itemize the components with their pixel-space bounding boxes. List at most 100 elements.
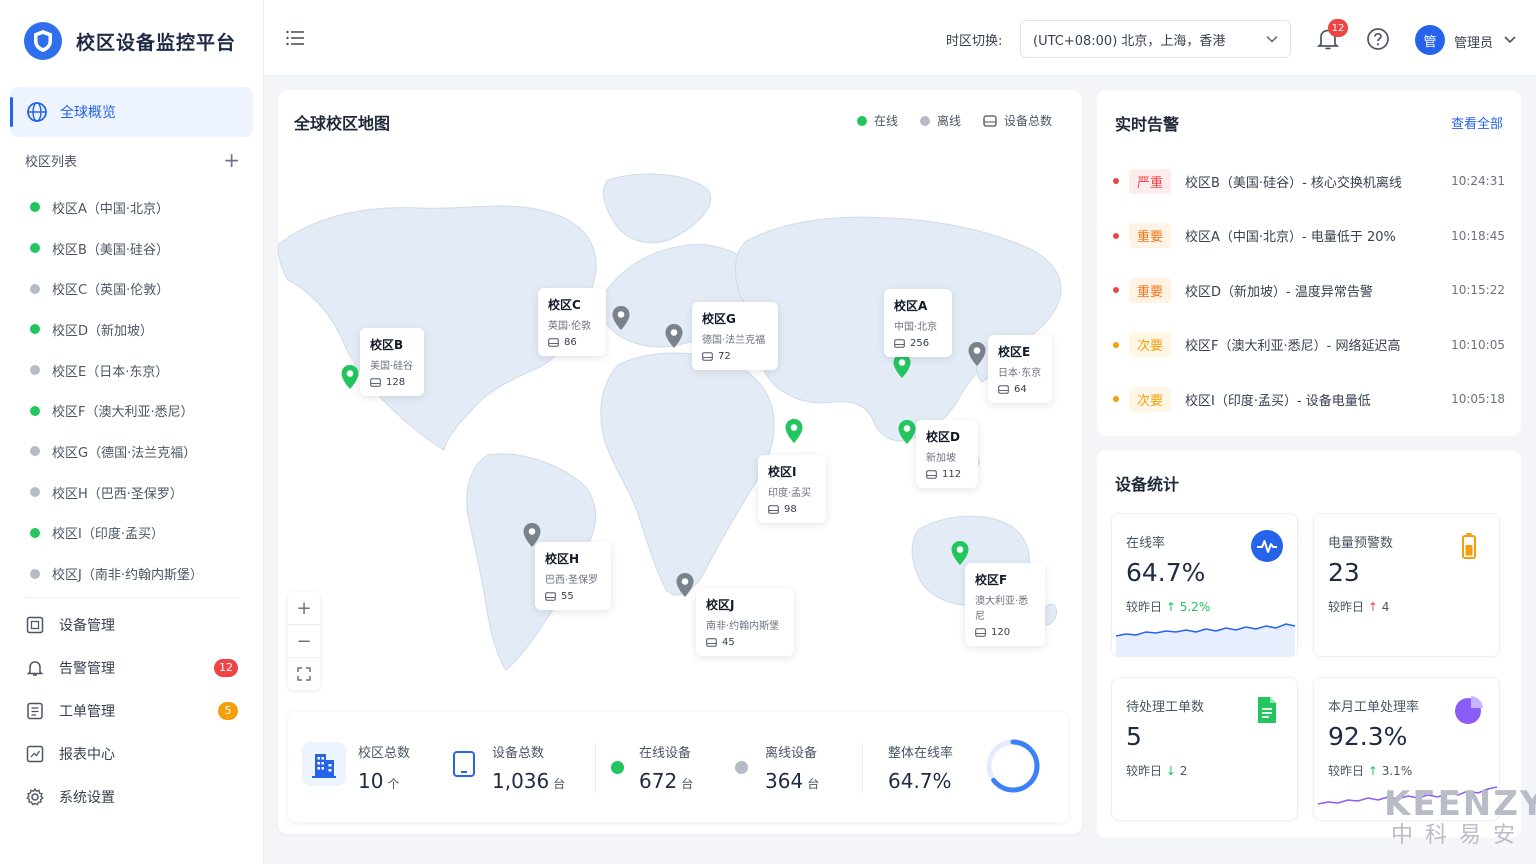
campus-card-c[interactable]: 校区C 英国·伦敦 86 <box>538 288 606 356</box>
help-icon[interactable] <box>1366 27 1390 51</box>
timezone-select[interactable]: (UTC+08:00) 北京，上海，香港 <box>1020 20 1291 58</box>
device-count-icon <box>370 378 381 387</box>
severity-tag: 重要 <box>1129 277 1172 303</box>
alarm-text: 校区D（新加坡）- 温度异常告警 <box>1185 284 1373 300</box>
campus-card-a[interactable]: 校区A 中国·北京 256 <box>884 289 952 357</box>
campus-card-location: 南非·约翰内斯堡 <box>706 621 780 632</box>
stat-label: 在线率 <box>1126 536 1166 551</box>
campus-card-name: 校区G <box>702 312 736 326</box>
menu-item-device[interactable]: 设备管理 <box>25 603 240 646</box>
device-count-icon <box>702 352 713 361</box>
arrow-up-icon: ↑ <box>1165 600 1176 614</box>
campus-item-f[interactable]: 校区F（澳大利亚·悉尼） <box>30 390 203 431</box>
campus-card-count: 86 <box>548 337 596 348</box>
summary-online: 在线设备 672 台 <box>639 742 693 793</box>
campus-card-b[interactable]: 校区B 美国·硅谷 128 <box>360 328 424 396</box>
alarm-text: 校区I（印度·孟买）- 设备电量低 <box>1185 393 1371 409</box>
campus-card-count-value: 98 <box>784 504 797 515</box>
menu-item-alarm[interactable]: 告警管理 12 <box>25 646 240 689</box>
map-pin-campus-e[interactable] <box>967 341 987 367</box>
map-pin-campus-j[interactable] <box>675 572 695 598</box>
campus-item-i[interactable]: 校区I（印度·孟买） <box>30 513 203 554</box>
map-pin-campus-i[interactable] <box>784 418 804 444</box>
zoom-out-button[interactable]: − <box>288 625 320 658</box>
campus-card-g[interactable]: 校区G 德国·法兰克福 72 <box>692 302 778 370</box>
alarm-time: 10:05:18 <box>1451 392 1505 407</box>
building-icon <box>302 742 346 786</box>
stat-value: 64.7% <box>1126 558 1206 587</box>
campus-item-d[interactable]: 校区D（新加坡） <box>30 309 203 350</box>
campus-card-e[interactable]: 校区E 日本·东京 64 <box>988 335 1052 403</box>
map-pin-campus-b[interactable] <box>340 364 360 390</box>
campus-card-count: 98 <box>768 504 816 515</box>
menu-item-settings[interactable]: 系统设置 <box>25 775 240 818</box>
campus-card-count-value: 128 <box>386 377 406 388</box>
campus-card-d[interactable]: 校区D 新加坡 112 <box>916 420 978 488</box>
menu-item-label: 工单管理 <box>59 703 115 720</box>
status-dot <box>30 365 40 376</box>
stat-compare-label: 较昨日 <box>1328 600 1365 614</box>
nav-global-overview[interactable]: 全球概览 <box>10 87 253 137</box>
severity-dot <box>1113 341 1119 348</box>
campus-item-label: 校区B（美国·硅谷） <box>52 242 170 258</box>
stat-compare-label: 较昨日 <box>1126 764 1163 778</box>
map-pin-campus-f[interactable] <box>950 540 970 566</box>
campus-item-b[interactable]: 校区B（美国·硅谷） <box>30 228 203 269</box>
severity-tag: 次要 <box>1129 332 1172 358</box>
stat-card-battery-alert[interactable]: 电量预警数 23 较昨日 ↑ 4 <box>1313 513 1500 657</box>
stat-compare-label: 较昨日 <box>1328 764 1365 778</box>
campus-item-label: 校区C（英国·伦敦） <box>52 283 170 299</box>
alarm-item[interactable]: 次要 校区I（印度·孟买）- 设备电量低 10:05:18 <box>1113 372 1505 427</box>
alarm-item[interactable]: 严重 校区B（美国·硅谷）- 核心交换机离线 10:24:31 <box>1113 154 1505 209</box>
campus-item-h[interactable]: 校区H（巴西·圣保罗） <box>30 472 203 513</box>
legend-total: 设备总数 <box>983 112 1052 129</box>
alarm-item[interactable]: 重要 校区D（新加坡）- 温度异常告警 10:15:22 <box>1113 263 1505 318</box>
map-pin-campus-d[interactable] <box>897 419 917 445</box>
chevron-down-icon[interactable] <box>1504 35 1516 45</box>
device-count-icon <box>768 505 779 514</box>
device-count-icon <box>545 592 556 601</box>
world-map-panel: 全球校区地图 在线 离线 设备总数 校区B 美国·硅谷 128 校区C 英国·伦… <box>278 90 1082 834</box>
campus-card-location: 美国·硅谷 <box>370 361 414 372</box>
realtime-alarm-panel: 实时告警 查看全部 严重 校区B（美国·硅谷）- 核心交换机离线 10:24:3… <box>1097 90 1521 436</box>
add-campus-icon[interactable]: + <box>223 150 240 170</box>
summary-label: 在线设备 <box>639 746 692 761</box>
menu-item-label: 报表中心 <box>59 746 115 763</box>
map-pin-campus-g[interactable] <box>664 323 684 349</box>
online-rate-ring <box>986 739 1040 793</box>
work-order-count-badge: 5 <box>218 701 238 720</box>
menu-item-work-order[interactable]: 工单管理 5 <box>25 689 240 732</box>
menu-toggle-icon[interactable] <box>286 30 304 46</box>
menu-item-report[interactable]: 报表中心 <box>25 732 240 775</box>
avatar[interactable]: 管 <box>1415 25 1445 55</box>
view-all-link[interactable]: 查看全部 <box>1451 113 1503 132</box>
stat-card-online-rate[interactable]: 在线率 64.7% 较昨日 ↑ 5.2% <box>1111 513 1298 657</box>
fullscreen-button[interactable] <box>288 658 320 690</box>
status-dot <box>30 568 40 579</box>
campus-item-j[interactable]: 校区J（南非·约翰内斯堡） <box>30 553 203 594</box>
campus-card-i[interactable]: 校区I 印度·孟买 98 <box>758 455 826 523</box>
user-name[interactable]: 管理员 <box>1454 32 1493 51</box>
zoom-in-button[interactable]: + <box>288 592 320 625</box>
alarm-item[interactable]: 次要 校区F（澳大利亚·悉尼）- 网络延迟高 10:10:05 <box>1113 318 1505 373</box>
campus-card-h[interactable]: 校区H 巴西·圣保罗 55 <box>535 542 611 610</box>
campus-card-f[interactable]: 校区F 澳大利亚·悉尼 120 <box>965 563 1045 646</box>
summary-divider <box>595 742 596 794</box>
map-pin-campus-c[interactable] <box>611 305 631 331</box>
campus-item-g[interactable]: 校区G（德国·法兰克福） <box>30 431 203 472</box>
campus-item-e[interactable]: 校区E（日本·东京） <box>30 350 203 391</box>
app-logo[interactable]: 校区设备监控平台 <box>24 22 236 60</box>
top-header: 时区切换: (UTC+08:00) 北京，上海，香港 12 管 管理员 <box>264 0 1536 76</box>
status-dot <box>30 324 40 335</box>
campus-item-a[interactable]: 校区A（中国·北京） <box>30 187 203 228</box>
campus-card-count: 72 <box>702 351 768 362</box>
stat-value: 23 <box>1328 558 1360 587</box>
order-icon <box>27 702 43 719</box>
campus-card-j[interactable]: 校区J 南非·约翰内斯堡 45 <box>696 588 794 656</box>
stat-card-pending-orders[interactable]: 待处理工单数 5 较昨日 ↓ 2 <box>1111 677 1298 821</box>
campus-item-c[interactable]: 校区C（英国·伦敦） <box>30 268 203 309</box>
alarm-item[interactable]: 重要 校区A（中国·北京）- 电量低于 20% 10:18:45 <box>1113 209 1505 264</box>
campus-item-label: 校区D（新加坡） <box>52 323 154 339</box>
stat-change: 较昨日 ↑ 4 <box>1328 598 1389 615</box>
menu-item-label: 设备管理 <box>59 617 115 634</box>
